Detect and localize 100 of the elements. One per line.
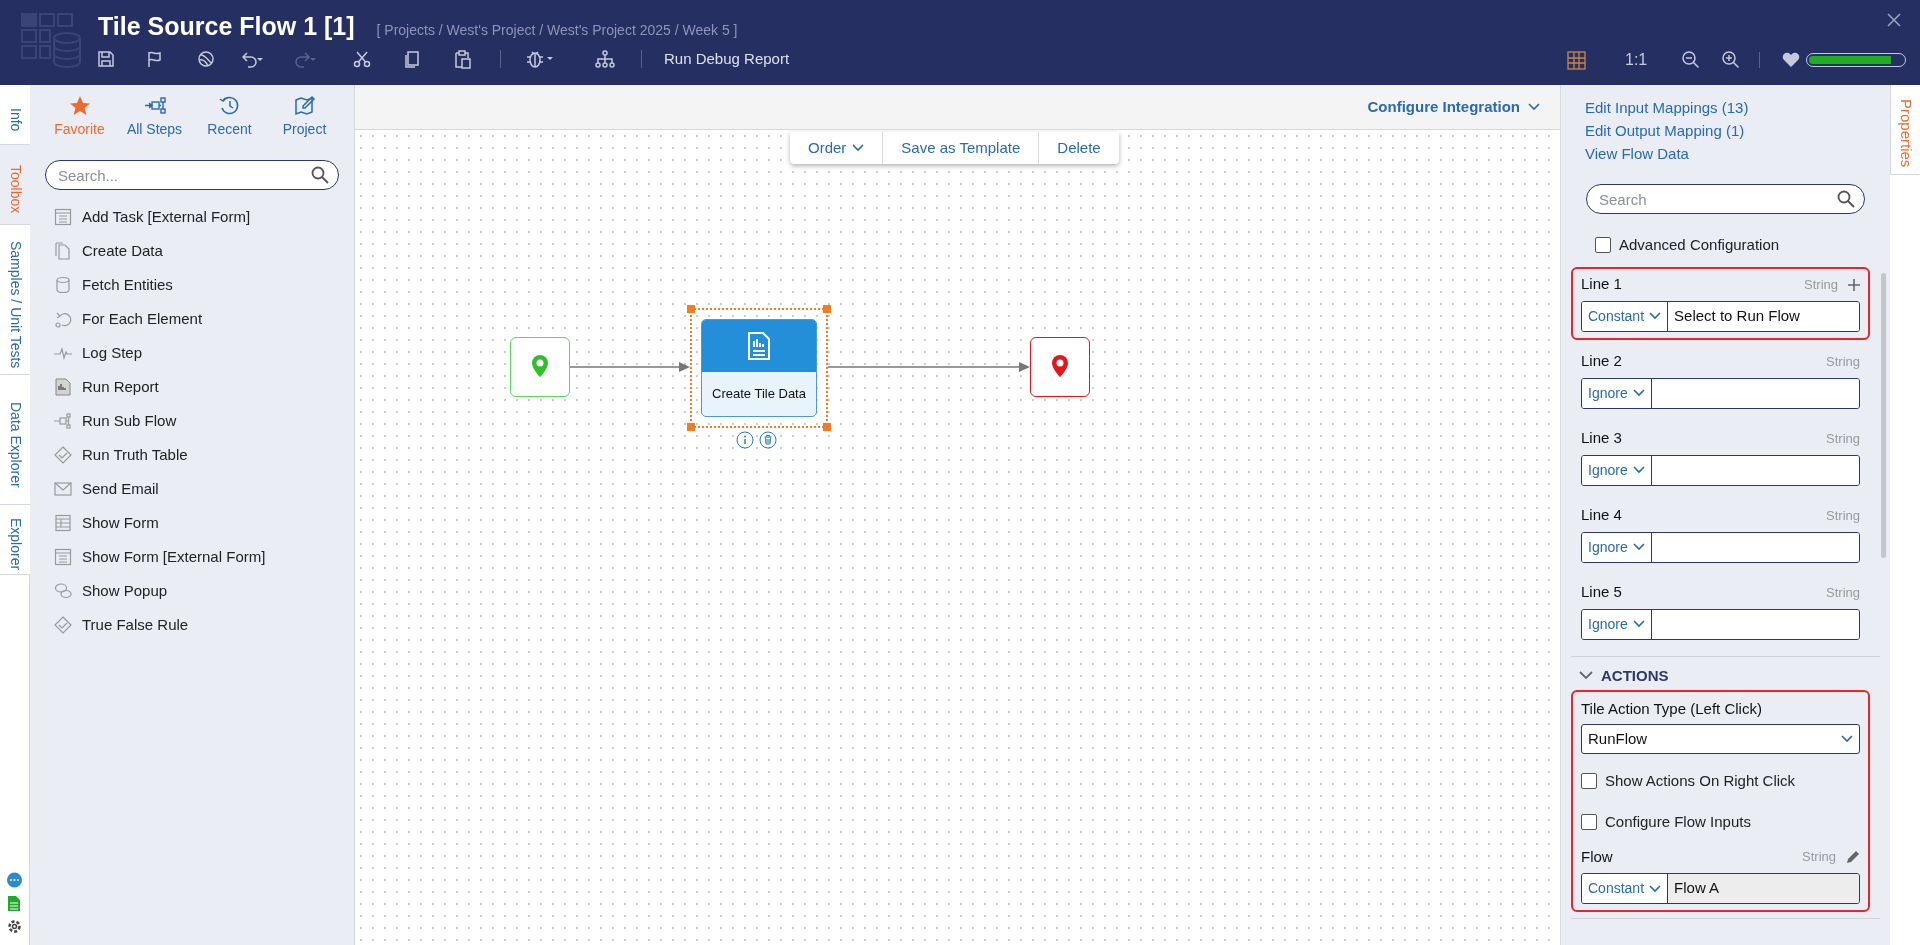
side-tab[interactable]: Data Explorer xyxy=(0,375,30,505)
plus-icon[interactable] xyxy=(1848,278,1860,291)
side-tab[interactable]: Info xyxy=(0,85,30,145)
copy-icon[interactable] xyxy=(402,49,422,69)
toolbox-item[interactable]: Add Task [External Form] xyxy=(54,200,354,234)
checkbox-option[interactable]: Show Actions On Right Click xyxy=(1581,770,1860,793)
diamond-check-icon xyxy=(54,446,72,464)
step-category-tab[interactable]: All Steps xyxy=(117,95,192,149)
field-label: Flow xyxy=(1581,846,1613,867)
toolbox-item[interactable]: Send Email xyxy=(54,472,354,506)
chat-icon[interactable] xyxy=(6,872,23,889)
toolbox-item[interactable]: Show Popup xyxy=(54,574,354,608)
search-field[interactable]: Search... xyxy=(45,160,339,190)
toolbox-item[interactable]: Show Form xyxy=(54,506,354,540)
loop-icon xyxy=(54,310,72,328)
star-icon xyxy=(68,95,91,117)
resize-handle[interactable] xyxy=(687,423,695,431)
scissors-icon[interactable] xyxy=(352,49,372,69)
field-label: Line 5 xyxy=(1581,582,1622,603)
chevron-down-icon xyxy=(1841,735,1853,743)
clock-icon xyxy=(218,95,241,117)
type-label: String xyxy=(1826,506,1860,525)
side-tab[interactable]: Samples / Unit Tests xyxy=(0,225,30,375)
toolbox-item[interactable]: Create Data xyxy=(54,234,354,268)
checkbox-option[interactable]: Configure Flow Inputs xyxy=(1581,810,1860,833)
field-label: Line 2 xyxy=(1581,351,1622,372)
type-label: String xyxy=(1826,429,1860,448)
action-type-dropdown[interactable]: RunFlow xyxy=(1581,724,1860,754)
form-icon xyxy=(54,208,72,226)
heart-icon xyxy=(1782,52,1800,68)
field-label: Line 1 xyxy=(1581,274,1622,295)
save-icon[interactable] xyxy=(96,49,116,69)
link[interactable]: Edit Input Mappings (13) xyxy=(1585,98,1890,118)
start-node[interactable] xyxy=(510,337,570,397)
globe-icon[interactable] xyxy=(196,49,216,69)
resize-handle[interactable] xyxy=(687,305,695,313)
diamond-check-icon xyxy=(54,616,72,634)
trash-icon[interactable] xyxy=(759,431,777,449)
type-label: String xyxy=(1826,352,1860,371)
toolbox-item[interactable]: Log Step xyxy=(54,336,354,370)
checkbox[interactable] xyxy=(1595,237,1611,254)
field-label: Line 4 xyxy=(1581,505,1622,526)
checkbox-option[interactable]: Advanced Configuration xyxy=(1595,234,1890,257)
chevron-down-icon xyxy=(1528,103,1540,111)
toolbox-item[interactable]: For Each Element xyxy=(54,302,354,336)
search-field[interactable]: Search xyxy=(1586,184,1865,214)
info-icon[interactable] xyxy=(736,431,754,449)
toolbox-item[interactable]: True False Rule xyxy=(54,608,354,642)
undo-icon[interactable] xyxy=(240,49,266,69)
type-label: String xyxy=(1826,583,1860,602)
configure-integration-dropdown[interactable]: Configure Integration xyxy=(1367,95,1540,119)
document-icon[interactable] xyxy=(7,895,21,912)
logo-icon xyxy=(20,12,82,70)
grid-icon[interactable] xyxy=(1567,50,1586,70)
type-label: String xyxy=(1802,848,1836,867)
report-icon xyxy=(54,378,72,396)
zoom-out-icon[interactable] xyxy=(1681,50,1701,70)
flow-steps-icon xyxy=(143,95,166,117)
toolbox-item[interactable]: Run Truth Table xyxy=(54,438,354,472)
breadcrumb: [ Projects / West's Project / West's Project 2025 / Week 5 ] xyxy=(376,21,738,40)
toolbox-item[interactable]: Show Form [External Form] xyxy=(54,540,354,574)
end-node[interactable] xyxy=(1030,337,1090,397)
field-label: Line 3 xyxy=(1581,428,1622,449)
toolbar-button[interactable]: Save as Template xyxy=(882,132,1039,164)
type-label: String xyxy=(1804,275,1838,294)
settings-icon[interactable] xyxy=(6,918,23,935)
pencil-icon[interactable] xyxy=(1846,850,1860,864)
bug-icon[interactable] xyxy=(525,49,555,69)
paste-icon[interactable] xyxy=(452,49,472,69)
step-category-tab[interactable]: Project xyxy=(267,95,342,149)
zoom-in-icon[interactable] xyxy=(1721,50,1741,70)
field-label: Tile Action Type (Left Click) xyxy=(1581,699,1763,718)
link[interactable]: Edit Output Mapping (1) xyxy=(1585,121,1890,141)
resize-handle[interactable] xyxy=(823,423,831,431)
checkbox[interactable] xyxy=(1581,813,1597,830)
scrollbar[interactable] xyxy=(1881,273,1886,558)
step-category-tab[interactable]: Recent xyxy=(192,95,267,149)
link[interactable]: View Flow Data xyxy=(1585,144,1890,164)
toolbox-item[interactable]: Run Report xyxy=(54,370,354,404)
order-dropdown[interactable]: Order xyxy=(790,132,883,164)
window-title: Tile Source Flow 1 [1] xyxy=(98,11,355,42)
cylinder-icon xyxy=(54,276,72,294)
step-node[interactable]: Create Tile Data xyxy=(690,308,828,428)
section-header[interactable]: ACTIONS xyxy=(1579,664,1890,687)
close-icon[interactable] xyxy=(1886,12,1902,28)
chevron-down-icon xyxy=(1579,670,1593,681)
step-label: Create Tile Data xyxy=(711,385,807,404)
project-icon xyxy=(293,95,316,117)
subflow-icon xyxy=(54,412,72,430)
run-debug-report-button[interactable]: Run Debug Report xyxy=(664,47,790,71)
toolbox-item[interactable]: Run Sub Flow xyxy=(54,404,354,438)
toolbox-item[interactable]: Fetch Entities xyxy=(54,268,354,302)
search-icon xyxy=(311,166,329,184)
toolbar-button[interactable]: Delete xyxy=(1038,132,1119,164)
side-tab[interactable]: Explorer xyxy=(0,505,30,575)
hierarchy-icon[interactable] xyxy=(595,49,615,69)
form-icon xyxy=(54,514,72,532)
actual-size-button[interactable]: 1:1 xyxy=(1625,48,1681,72)
resize-handle[interactable] xyxy=(823,305,831,313)
checkbox[interactable] xyxy=(1581,773,1597,790)
